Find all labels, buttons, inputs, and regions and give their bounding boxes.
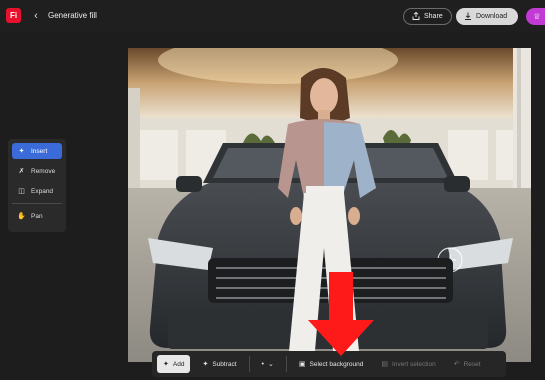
- select-background-label: Select background: [309, 360, 364, 368]
- tool-panel: ✦ Insert ✗ Remove ◫ Expand ✋ Pan: [8, 139, 66, 232]
- tool-insert[interactable]: ✦ Insert: [12, 143, 62, 159]
- app-logo[interactable]: Fi: [6, 8, 21, 23]
- add-button[interactable]: ✦ Add: [157, 355, 191, 373]
- tool-expand[interactable]: ◫ Expand: [12, 183, 62, 199]
- tool-expand-label: Expand: [31, 187, 54, 195]
- reset-icon: ↶: [453, 361, 460, 368]
- share-button[interactable]: Share: [403, 8, 452, 25]
- share-icon: [412, 11, 420, 22]
- top-bar: Fi ‹ Generative fill Share Download ♕: [0, 0, 545, 32]
- chevron-down-icon: ⌄: [268, 361, 274, 368]
- download-icon: [464, 12, 472, 22]
- tool-pan[interactable]: ✋ Pan: [12, 208, 62, 224]
- subtract-selection-icon: ✦: [202, 361, 209, 368]
- share-label: Share: [424, 13, 443, 20]
- add-selection-icon: ✦: [163, 361, 169, 368]
- avatar[interactable]: ♕: [526, 8, 545, 25]
- invert-selection-label: Invert selection: [391, 360, 436, 368]
- tool-insert-label: Insert: [31, 147, 48, 155]
- download-button[interactable]: Download: [456, 8, 518, 25]
- chevron-left-icon: ‹: [34, 10, 38, 22]
- expand-icon: ◫: [18, 188, 25, 195]
- invert-icon: ▤: [381, 361, 388, 368]
- invert-selection-button[interactable]: ▤ Invert selection: [375, 355, 441, 373]
- hand-icon: ✋: [17, 213, 26, 220]
- tool-pan-label: Pan: [31, 212, 43, 220]
- reset-label: Reset: [463, 360, 481, 368]
- download-label: Download: [476, 13, 508, 20]
- reset-button[interactable]: ↶ Reset: [448, 355, 487, 373]
- back-button[interactable]: ‹: [30, 9, 42, 23]
- select-background-button[interactable]: ▣ Select background: [293, 355, 369, 373]
- remove-brush-icon: ✗: [18, 168, 25, 175]
- subtract-label: Subtract: [212, 360, 237, 368]
- tool-divider: [12, 203, 62, 204]
- insert-brush-icon: ✦: [18, 148, 25, 155]
- tool-remove[interactable]: ✗ Remove: [12, 163, 62, 179]
- toolbar-divider: [248, 356, 250, 372]
- red-arrow-annotation: [308, 272, 374, 356]
- subtract-button[interactable]: ✦ Subtract: [196, 355, 242, 373]
- toolbar-divider: [285, 356, 287, 372]
- tool-remove-label: Remove: [31, 167, 56, 175]
- brush-size-dropdown[interactable]: • ⌄: [256, 355, 280, 373]
- page-title: Generative fill: [48, 11, 97, 20]
- image-icon: ▣: [298, 361, 306, 368]
- crown-icon: ♕: [533, 12, 541, 21]
- brush-size-icon: •: [261, 360, 264, 368]
- add-label: Add: [172, 360, 185, 368]
